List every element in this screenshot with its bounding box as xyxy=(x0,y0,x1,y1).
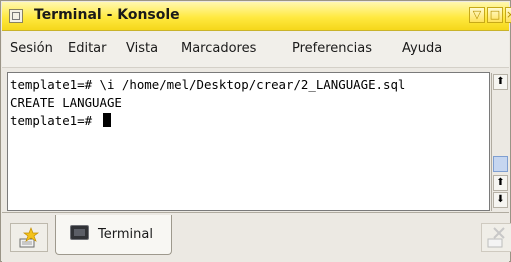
minimize-button[interactable]: ▽ xyxy=(469,7,485,23)
title-bar[interactable]: Terminal - Konsole ▽ □ × xyxy=(2,2,511,31)
terminal-output[interactable]: template1=# \i /home/mel/Desktop/crear/2… xyxy=(7,72,490,211)
close-session-button[interactable] xyxy=(481,223,511,252)
scroll-page-down-icon[interactable]: ⬇ xyxy=(493,192,508,208)
new-session-button[interactable] xyxy=(10,223,48,252)
vertical-scrollbar[interactable]: ⬆ ⬆ ⬇ xyxy=(491,73,509,211)
terminal-text: template1=# \i /home/mel/Desktop/crear/2… xyxy=(10,76,405,130)
menu-sesion[interactable]: Sesión xyxy=(10,41,53,56)
maximize-button[interactable]: □ xyxy=(487,7,503,23)
konsole-window: Terminal - Konsole ▽ □ × Sesión Editar V… xyxy=(0,0,511,262)
new-session-icon xyxy=(19,227,40,248)
text-cursor xyxy=(102,113,111,127)
window-title: Terminal - Konsole xyxy=(34,7,180,23)
terminal-prompt-line: template1=# xyxy=(10,113,100,128)
scroll-thumb[interactable] xyxy=(493,156,508,172)
scroll-up-icon[interactable]: ⬆ xyxy=(493,74,508,90)
terminal-line: template1=# \i /home/mel/Desktop/crear/2… xyxy=(10,77,406,92)
terminal-icon xyxy=(70,225,89,240)
menu-ayuda[interactable]: Ayuda xyxy=(402,41,442,56)
close-button[interactable]: × xyxy=(505,7,511,23)
tab-bar: Terminal xyxy=(2,212,511,262)
window-menu-icon[interactable] xyxy=(9,9,23,23)
tab-terminal[interactable]: Terminal xyxy=(55,215,172,255)
menu-editar[interactable]: Editar xyxy=(68,41,107,56)
terminal-line: CREATE LANGUAGE xyxy=(10,95,122,110)
close-session-icon xyxy=(487,227,505,248)
menu-vista[interactable]: Vista xyxy=(126,41,158,56)
scroll-page-up-icon[interactable]: ⬆ xyxy=(493,175,508,191)
menu-marcadores[interactable]: Marcadores xyxy=(181,41,256,56)
menu-preferencias[interactable]: Preferencias xyxy=(292,41,372,56)
tab-label: Terminal xyxy=(98,227,153,242)
menu-bar: Sesión Editar Vista Marcadores Preferenc… xyxy=(2,31,509,68)
